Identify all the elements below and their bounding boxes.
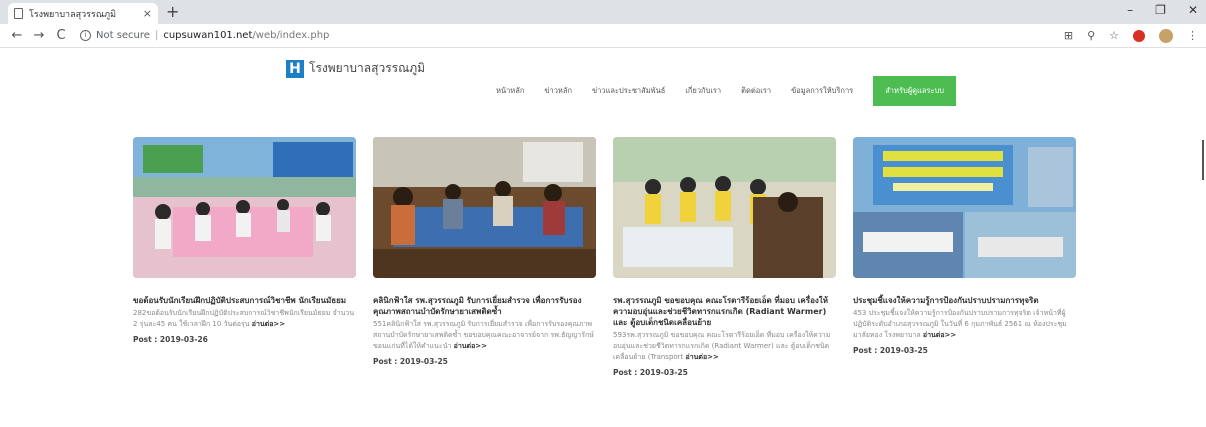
nav-about[interactable]: เกี่ยวกับเรา	[685, 85, 721, 97]
browser-toolbar: ← → C i Not secure | cupsuwan101.net /we…	[0, 24, 1206, 48]
back-button[interactable]: ←	[8, 28, 26, 43]
site-logo[interactable]: H โรงพยาบาลสุวรรณภูมิ	[286, 59, 425, 78]
address-bar[interactable]: i Not secure | cupsuwan101.net /web/inde…	[80, 27, 1064, 45]
security-label: Not secure	[96, 30, 150, 41]
article-photo[interactable]	[133, 137, 356, 278]
article-excerpt: 593รพ.สุวรรณภูมิ ขอขอบคุณ คณะโรตารีร้อยเ…	[613, 330, 836, 363]
site-name: โรงพยาบาลสุวรรณภูมิ	[309, 61, 426, 75]
article-card[interactable]: ขอต้อนรับนักเรียนฝึกปฏิบัติประสบการณ์วิช…	[133, 137, 356, 377]
article-card[interactable]: คลินิกฟ้าใส รพ.สุวรรณภูมิ รับการเยี่ยมสำ…	[373, 137, 596, 377]
tab-title: โรงพยาบาลสุวรรณภูมิ	[29, 9, 117, 20]
read-more-link[interactable]: อ่านต่อ>>	[454, 342, 487, 350]
article-title[interactable]: ขอต้อนรับนักเรียนฝึกปฏิบัติประสบการณ์วิช…	[133, 295, 356, 306]
site-header: H โรงพยาบาลสุวรรณภูมิ หน้าหลัก ข่าวหลัก …	[0, 48, 1206, 123]
article-excerpt-text: 453 ประชุมชี้แจงให้ความรู้การป้องกันปราบ…	[853, 309, 1067, 339]
forward-button[interactable]: →	[30, 28, 48, 43]
nav-contact[interactable]: ติดต่อเรา	[741, 85, 771, 97]
browser-tab[interactable]: โรงพยาบาลสุวรรณภูมิ ×	[8, 3, 158, 24]
url-path: /web/index.php	[252, 30, 330, 41]
article-title[interactable]: รพ.สุวรรณภูมิ ขอขอบคุณ คณะโรตารีร้อยเอ็ด…	[613, 295, 836, 328]
reload-button[interactable]: C	[52, 28, 70, 43]
info-icon[interactable]: i	[80, 30, 91, 41]
article-photo[interactable]	[853, 137, 1076, 278]
article-photo[interactable]	[373, 137, 596, 278]
page-icon	[14, 8, 23, 19]
translate-icon[interactable]: ⊞	[1064, 29, 1073, 42]
hospital-logo-icon: H	[286, 59, 304, 78]
window-controls: – ❐ ✕	[1127, 3, 1198, 17]
article-excerpt: 551คลินิกฟ้าใส รพ.สุวรรณภูมิ รับการเยี่ย…	[373, 319, 596, 352]
article-date: Post : 2019-03-25	[613, 368, 688, 377]
url-separator: |	[154, 30, 159, 41]
article-list: ขอต้อนรับนักเรียนฝึกปฏิบัติประสบการณ์วิช…	[133, 137, 1076, 377]
nav-news-pr[interactable]: ข่าวและประชาสัมพันธ์	[592, 85, 665, 97]
article-date: Post : 2019-03-25	[373, 357, 448, 366]
nav-home[interactable]: หน้าหลัก	[496, 85, 524, 97]
article-title[interactable]: ประชุมชี้แจงให้ความรู้การป้องกันปราบปราม…	[853, 295, 1076, 306]
article-excerpt-text: 593รพ.สุวรรณภูมิ ขอขอบคุณ คณะโรตารีร้อยเ…	[613, 331, 831, 361]
main-nav: หน้าหลัก ข่าวหลัก ข่าวและประชาสัมพันธ์ เ…	[496, 76, 957, 106]
toolbar-icons: ⊞ ⚲ ☆ ⋮	[1064, 28, 1198, 43]
article-card[interactable]: รพ.สุวรรณภูมิ ขอขอบคุณ คณะโรตารีร้อยเอ็ด…	[613, 137, 836, 377]
new-tab-button[interactable]: +	[166, 2, 179, 21]
minimize-button[interactable]: –	[1127, 3, 1133, 17]
tab-close-icon[interactable]: ×	[143, 7, 152, 20]
nav-service-info[interactable]: ข้อมูลการให้บริการ	[791, 85, 853, 97]
close-window-button[interactable]: ✕	[1188, 3, 1198, 17]
read-more-link[interactable]: อ่านต่อ>>	[252, 320, 285, 328]
zoom-icon[interactable]: ⚲	[1087, 29, 1095, 42]
menu-icon[interactable]: ⋮	[1187, 29, 1198, 42]
browser-tabstrip: โรงพยาบาลสุวรรณภูมิ × + – ❐ ✕	[0, 0, 1206, 24]
star-icon[interactable]: ☆	[1109, 29, 1119, 42]
extension-icon[interactable]	[1133, 29, 1145, 42]
article-title[interactable]: คลินิกฟ้าใส รพ.สุวรรณภูมิ รับการเยี่ยมสำ…	[373, 295, 596, 317]
profile-icon[interactable]	[1159, 28, 1173, 43]
nav-main-news[interactable]: ข่าวหลัก	[544, 85, 572, 97]
article-excerpt-text: 282ขอต้อนรับนักเรียนฝึกปฏิบัติประสบการณ์…	[133, 309, 355, 328]
nav-admin-button[interactable]: สำหรับผู้ดูแลระบบ	[873, 76, 957, 106]
maximize-button[interactable]: ❐	[1155, 3, 1166, 17]
read-more-link[interactable]: อ่านต่อ>>	[686, 353, 719, 361]
article-date: Post : 2019-03-26	[133, 335, 208, 344]
article-date: Post : 2019-03-25	[853, 346, 928, 355]
article-photo[interactable]	[613, 137, 836, 278]
article-excerpt: 282ขอต้อนรับนักเรียนฝึกปฏิบัติประสบการณ์…	[133, 308, 356, 330]
article-excerpt: 453 ประชุมชี้แจงให้ความรู้การป้องกันปราบ…	[853, 308, 1076, 341]
read-more-link[interactable]: อ่านต่อ>>	[923, 331, 956, 339]
page-scroll-indicator[interactable]	[1202, 140, 1204, 180]
article-card[interactable]: ประชุมชี้แจงให้ความรู้การป้องกันปราบปราม…	[853, 137, 1076, 377]
url-host: cupsuwan101.net	[163, 30, 253, 41]
